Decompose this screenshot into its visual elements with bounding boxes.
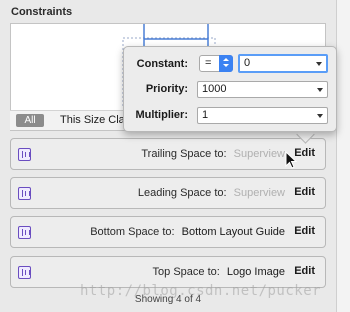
vertical-constraint-icon (18, 266, 31, 279)
constraint-target: Bottom Layout Guide (181, 226, 285, 238)
pointer-cursor-icon (285, 151, 298, 169)
relation-select[interactable]: = (199, 55, 233, 72)
chevron-down-icon[interactable] (317, 88, 323, 92)
edit-button[interactable]: Edit (294, 186, 315, 198)
priority-value: 1000 (202, 83, 227, 95)
constant-value: 0 (244, 57, 251, 69)
constraint-description: Trailing Space to: Superview (141, 148, 285, 160)
constraint-row-bottom[interactable]: Bottom Space to: Bottom Layout Guide Edi… (10, 216, 326, 248)
constraint-label: Bottom Space to: (90, 226, 175, 238)
constraint-description: Bottom Space to: Bottom Layout Guide (90, 226, 285, 238)
constraint-target: Superview (233, 187, 285, 199)
relation-stepper-icon[interactable] (219, 55, 233, 72)
all-filter-button[interactable]: All (16, 114, 44, 127)
edit-button[interactable]: Edit (294, 225, 315, 237)
constraint-edit-popover: Constant: = 0 Priority: 1000 Multiplier:… (123, 46, 337, 132)
horizontal-constraint-icon (18, 187, 31, 200)
constraint-description: Top Space to: Logo Image (153, 266, 285, 278)
multiplier-label: Multiplier: (135, 109, 188, 121)
chevron-down-icon[interactable] (317, 114, 323, 118)
priority-label: Priority: (145, 83, 188, 95)
horizontal-constraint-icon (18, 148, 31, 161)
constraint-label: Trailing Space to: (141, 148, 227, 160)
constraint-row-leading[interactable]: Leading Space to: Superview Edit (10, 177, 326, 209)
chevron-down-icon[interactable] (316, 62, 322, 66)
showing-count: Showing 4 of 4 (134, 294, 202, 305)
constraint-target: Superview (233, 148, 285, 160)
constraint-row-trailing[interactable]: Trailing Space to: Superview Edit (10, 138, 326, 170)
constant-field[interactable]: 0 (238, 54, 328, 73)
constraint-target: Logo Image (226, 266, 285, 278)
constant-label: Constant: (136, 58, 188, 70)
constraint-label: Leading Space to: (137, 187, 227, 199)
multiplier-value: 1 (202, 109, 209, 121)
edit-button[interactable]: Edit (294, 265, 315, 277)
vertical-constraint-icon (18, 226, 31, 239)
priority-field[interactable]: 1000 (197, 81, 328, 98)
constraint-label: Top Space to: (152, 266, 220, 278)
section-title: Constraints (11, 6, 73, 18)
panel-gutter (337, 0, 350, 312)
relation-value: = (205, 57, 212, 69)
constraint-description: Leading Space to: Superview (138, 187, 285, 199)
multiplier-field[interactable]: 1 (197, 107, 328, 124)
